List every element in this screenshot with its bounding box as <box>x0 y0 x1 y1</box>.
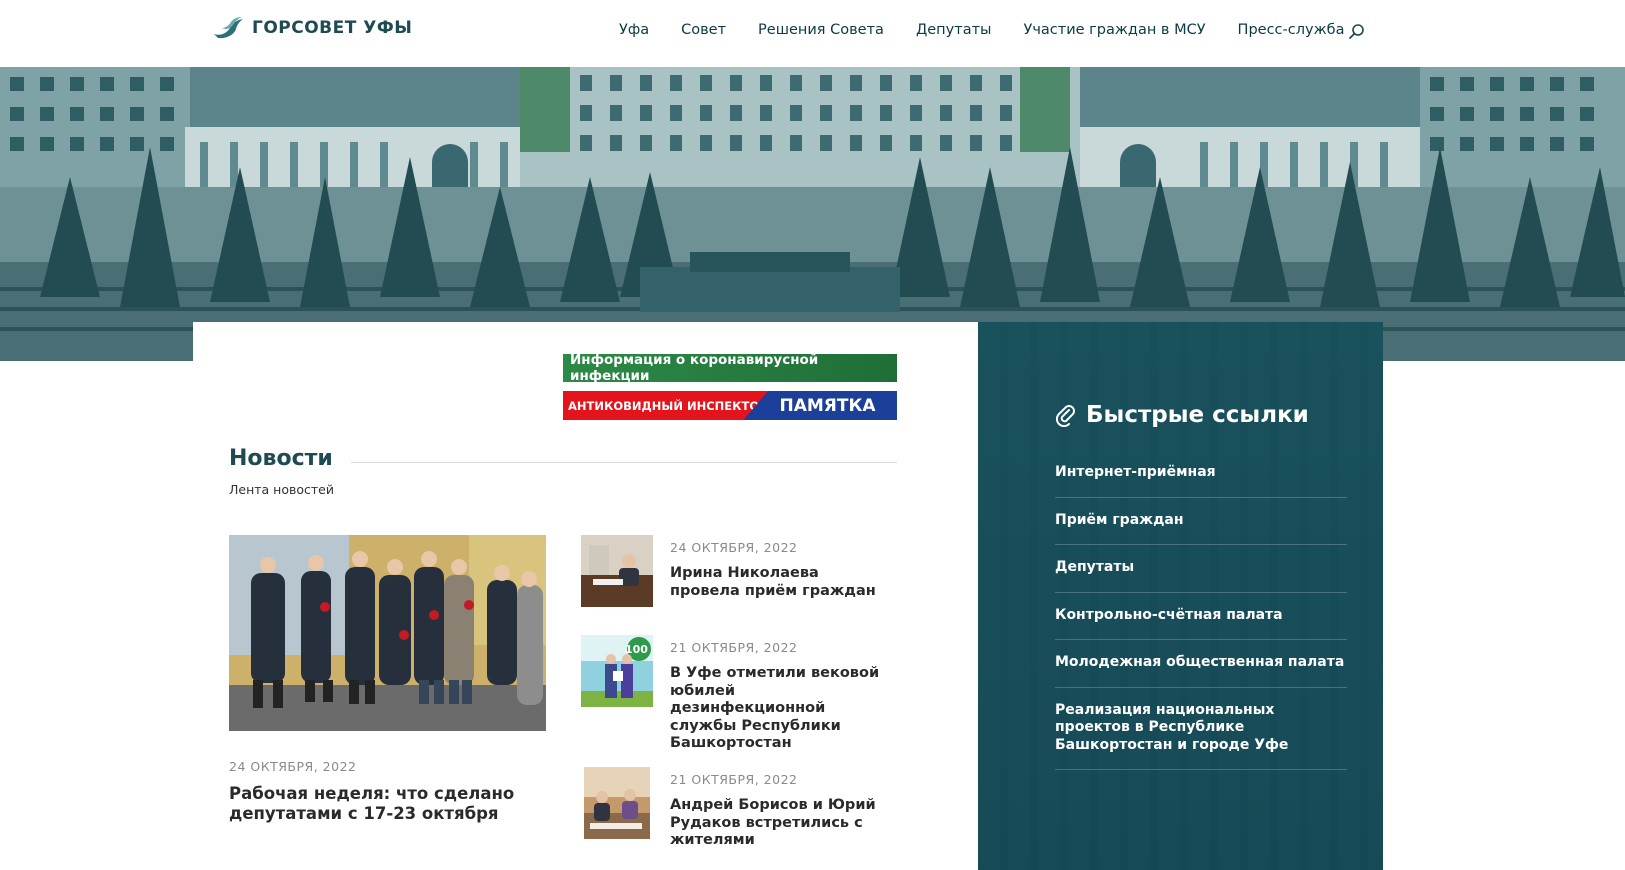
news-thumb-image[interactable] <box>581 535 653 607</box>
nav-item-participation[interactable]: Участие граждан в МСУ <box>1023 22 1205 38</box>
nav-item-council[interactable]: Совет <box>681 22 726 38</box>
site-header: ГОРСОВЕТ УФЫ Уфа Совет Решения Совета Де… <box>0 0 1625 67</box>
nav-item-decisions[interactable]: Решения Совета <box>758 22 884 38</box>
memo-label: ПАМЯТКА <box>742 391 897 420</box>
paperclip-icon <box>1055 405 1075 427</box>
main-nav: Уфа Совет Решения Совета Депутаты Участи… <box>619 22 1376 38</box>
feature-news-date: 24 ОКТЯБРЯ, 2022 <box>229 759 357 774</box>
quick-links-header: Быстрые ссылки <box>1054 402 1309 428</box>
feature-news-image[interactable] <box>229 535 546 731</box>
news-thumb-photo <box>581 535 653 607</box>
news-item-date: 24 ОКТЯБРЯ, 2022 <box>670 540 798 555</box>
nav-item-deputies[interactable]: Депутаты <box>916 22 992 38</box>
quick-link-citizen-reception[interactable]: Приём граждан <box>1055 498 1347 545</box>
hero-building-illustration <box>0 67 1625 361</box>
logo-bird-icon <box>214 17 243 39</box>
inspector-label: АНТИКОВИДНЫЙ ИНСПЕКТОР <box>563 391 768 420</box>
news-thumb-photo: 100 <box>581 635 653 707</box>
news-item-date: 21 ОКТЯБРЯ, 2022 <box>670 772 798 787</box>
quick-links-title: Быстрые ссылки <box>1086 402 1309 428</box>
anticovid-inspector-banner[interactable]: АНТИКОВИДНЫЙ ИНСПЕКТОР ПАМЯТКА <box>563 391 897 420</box>
quick-links-list: Интернет-приёмная Приём граждан Депутаты… <box>1055 450 1347 770</box>
logo-text: ГОРСОВЕТ УФЫ <box>252 18 413 38</box>
quick-link-national-projects[interactable]: Реализация национальных проектов в Респу… <box>1055 688 1347 770</box>
news-section-subtitle: Лента новостей <box>229 482 334 497</box>
main-content-card: Информация о коронавирусной инфекции АНТ… <box>193 322 978 870</box>
news-item-title[interactable]: Ирина Николаева провела приём граждан <box>670 565 885 600</box>
news-title-divider <box>351 462 897 463</box>
quick-link-deputies[interactable]: Депутаты <box>1055 545 1347 593</box>
nav-item-ufa[interactable]: Уфа <box>619 22 649 38</box>
news-item-date: 21 ОКТЯБРЯ, 2022 <box>670 640 798 655</box>
svg-text:100: 100 <box>625 643 648 656</box>
search-icon[interactable] <box>1348 23 1366 41</box>
feature-photo-group <box>229 535 546 731</box>
site-logo[interactable]: ГОРСОВЕТ УФЫ <box>212 14 412 42</box>
hero-image <box>0 67 1625 361</box>
news-thumb-image[interactable] <box>584 767 656 839</box>
quick-link-youth-chamber[interactable]: Молодежная общественная палата <box>1055 640 1347 688</box>
covid-info-banner[interactable]: Информация о коронавирусной инфекции <box>563 352 897 384</box>
feature-news-title[interactable]: Рабочая неделя: что сделано депутатами с… <box>229 784 529 824</box>
quick-links-sidebar: Быстрые ссылки Интернет-приёмная Приём г… <box>978 322 1383 870</box>
quick-link-audit-chamber[interactable]: Контрольно-счётная палата <box>1055 593 1347 640</box>
news-section-title: Новости <box>229 446 333 471</box>
news-item-title[interactable]: Андрей Борисов и Юрий Рудаков встретилис… <box>670 797 885 850</box>
news-thumb-photo <box>584 767 650 839</box>
quick-link-internet-reception[interactable]: Интернет-приёмная <box>1055 450 1347 498</box>
nav-item-press[interactable]: Пресс-служба <box>1238 22 1345 38</box>
news-thumb-image[interactable]: 100 <box>581 635 653 707</box>
news-item-title[interactable]: В Уфе отметили вековой юбилей дезинфекци… <box>670 665 885 753</box>
